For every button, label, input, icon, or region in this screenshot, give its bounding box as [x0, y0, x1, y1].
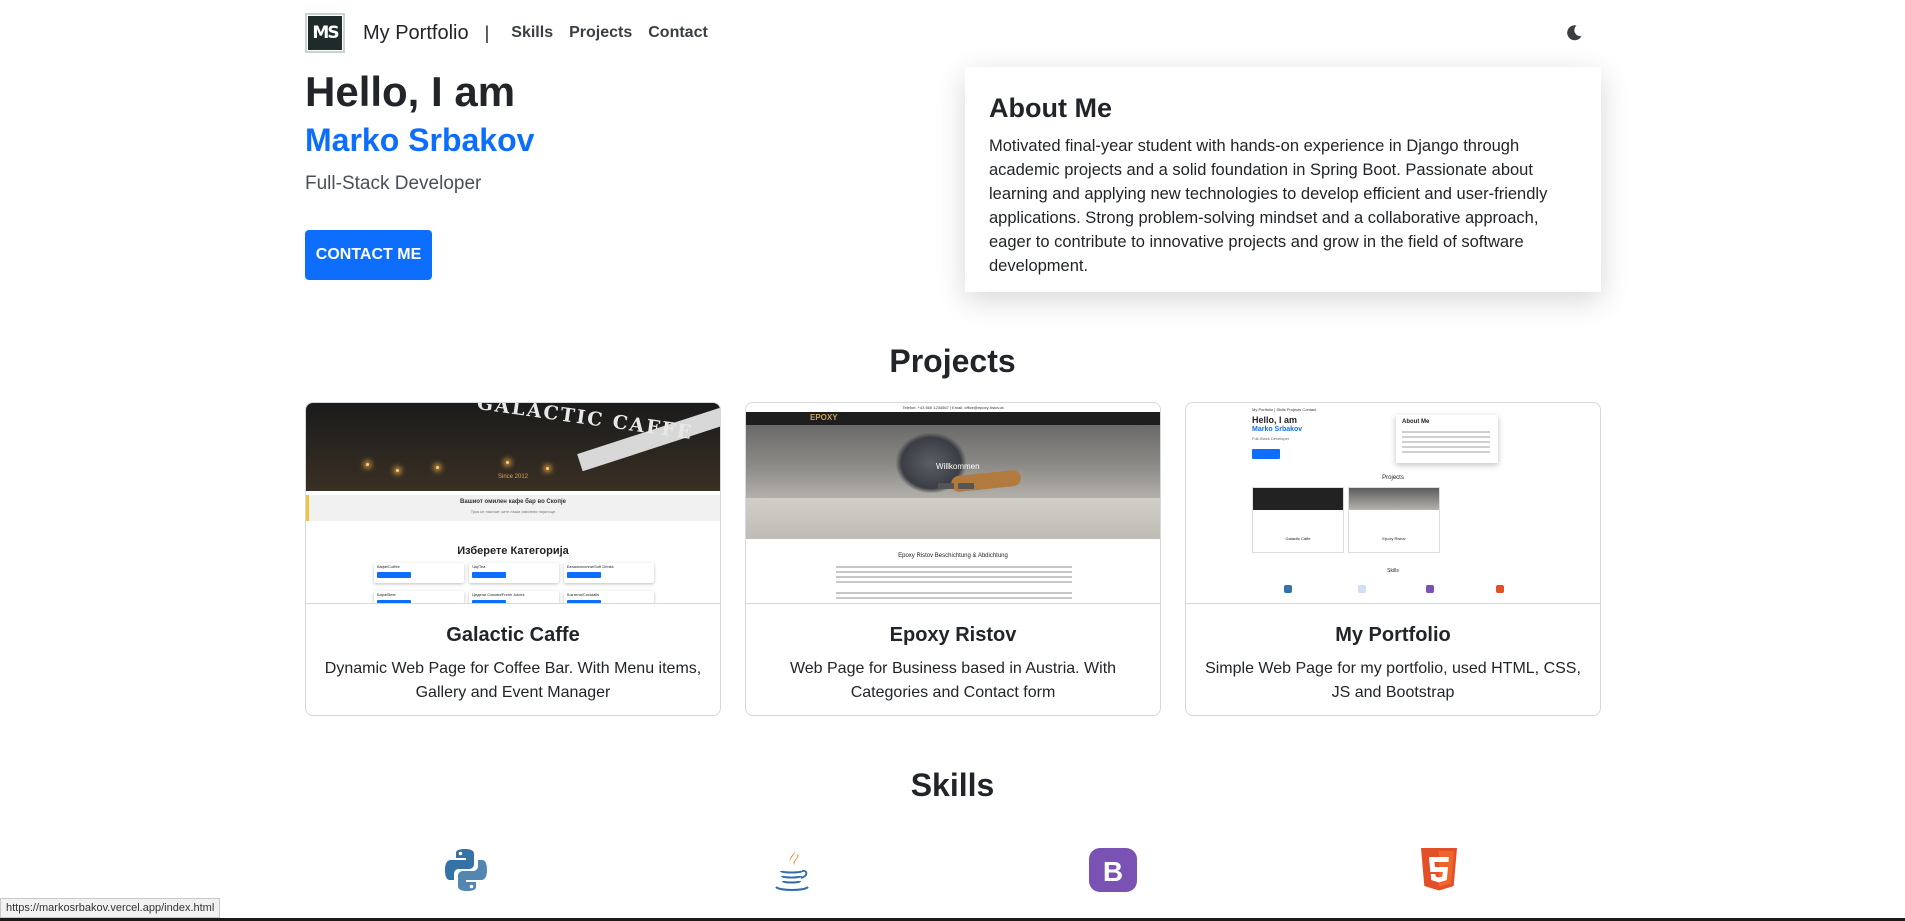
brand-name[interactable]: My Portfolio: [363, 22, 469, 45]
thumb-skills: Skills: [1387, 568, 1399, 574]
thumb-banner-sub: Тука се наоѓаат сите наши омилени пијало…: [470, 509, 556, 514]
projects-grid: GALACTIC CAFFE Since 2012 Вашиот омилен …: [305, 402, 1601, 716]
hero-name: Marko Srbakov: [305, 122, 535, 158]
thumb-role: Full-Stack Developer: [1252, 436, 1290, 441]
nav-link-projects[interactable]: Projects: [569, 24, 632, 42]
thumb-hello: Hello, I am: [1252, 415, 1298, 425]
thumb-topbar: Telefon: +43 660 1234567 | Email: office…: [746, 403, 1160, 412]
html5-icon: [1418, 846, 1466, 896]
thumb-box-label: Кафе/Coffee: [377, 564, 400, 569]
about-title: About Me: [989, 93, 1112, 123]
project-description: Dynamic Web Page for Coffee Bar. With Me…: [324, 660, 702, 701]
thumb-banner-title: Вашиот омилен кафе бар во Скопје: [460, 499, 566, 505]
project-title: My Portfolio: [1335, 624, 1451, 646]
thumb-nav: My Portfolio | Skills Projects Contact: [1252, 407, 1317, 412]
thumb-box-label: Бира/Beer: [377, 592, 396, 597]
thumb-name: Marko Srbakov: [1252, 426, 1303, 433]
project-thumbnail-my-portfolio: My Portfolio | Skills Projects Contact H…: [1186, 403, 1600, 604]
thumb-box-label: Чај/Tea: [472, 564, 486, 569]
moon-icon[interactable]: [1563, 22, 1585, 44]
project-description: Web Page for Business based in Austria. …: [789, 660, 1117, 701]
project-description: Simple Web Page for my portfolio, used H…: [1205, 660, 1581, 701]
python-icon: [442, 846, 490, 896]
thumb-heading: Epoxy Ristov Beschichtung & Abdichtung: [898, 553, 1008, 559]
about-text: Motivated final-year student with hands-…: [989, 137, 1548, 275]
project-thumbnail-galactic-caffe: GALACTIC CAFFE Since 2012 Вашиот омилен …: [306, 403, 720, 604]
project-card-galactic-caffe[interactable]: GALACTIC CAFFE Since 2012 Вашиот омилен …: [305, 402, 721, 716]
thumb-projects: Projects: [1382, 475, 1404, 481]
thumb-box-label: Коктели/Cocktails: [567, 592, 600, 597]
thumb-category-heading: Изберете Категорија: [457, 545, 569, 557]
nav-separator: |: [484, 22, 490, 43]
svg-text:B: B: [1103, 856, 1123, 887]
status-bar-url: https://markosrbakov.vercel.app/index.ht…: [0, 898, 221, 918]
project-title: Galactic Caffe: [446, 624, 580, 646]
project-thumbnail-epoxy-ristov: Telefon: +43 660 1234567 | Email: office…: [746, 403, 1160, 604]
thumb-card-title: Epoxy Ristov: [1382, 536, 1406, 541]
bootstrap-icon: B: [1088, 846, 1137, 896]
about-me-card: About Me Motivated final-year student wi…: [965, 67, 1601, 292]
projects-heading: Projects: [889, 343, 1016, 379]
thumb-since: Since 2012: [497, 474, 529, 480]
navbar: MS My Portfolio | Skills Projects Contac…: [305, 12, 1601, 54]
hero-role: Full-Stack Developer: [305, 173, 482, 194]
thumb-box-label: Цедени Сокови/Fresh Juices: [472, 592, 525, 597]
hero-greeting: Hello, I am: [305, 68, 516, 115]
nav-link-skills[interactable]: Skills: [511, 24, 553, 42]
project-card-my-portfolio[interactable]: My Portfolio | Skills Projects Contact H…: [1185, 402, 1601, 716]
thumb-logo: EPOXY: [810, 413, 838, 422]
thumb-box-label: Безалкохолни/Soft Drinks: [567, 564, 614, 569]
thumb-welcome: Willkommen: [936, 462, 980, 471]
thumb-card-title: Galactic Caffe: [1285, 536, 1311, 541]
project-card-epoxy-ristov[interactable]: Telefon: +43 660 1234567 | Email: office…: [745, 402, 1161, 716]
java-icon: [768, 846, 816, 896]
thumb-about: About Me: [1402, 419, 1430, 425]
brand-logo[interactable]: MS: [305, 13, 345, 53]
contact-me-button[interactable]: CONTACT ME: [305, 230, 432, 280]
nav-link-contact[interactable]: Contact: [648, 24, 708, 42]
project-title: Epoxy Ristov: [889, 624, 1017, 646]
logo-monogram: MS: [308, 16, 342, 50]
skills-heading: Skills: [910, 767, 995, 803]
